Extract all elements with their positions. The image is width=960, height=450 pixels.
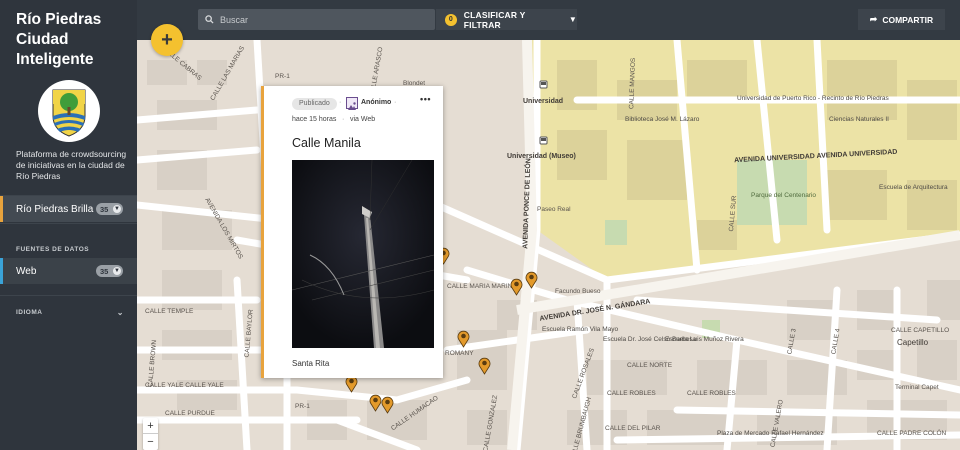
- more-options-icon[interactable]: •••: [420, 94, 431, 104]
- language-heading: IDIOMA: [16, 309, 43, 316]
- avatar: [346, 97, 358, 110]
- map-label: ROMANY: [445, 350, 474, 357]
- status-badge: Publicado: [292, 98, 337, 110]
- map-label: CALLE TEMPLE: [145, 308, 194, 315]
- map-label: Ciencias Naturales II: [829, 116, 889, 123]
- separator-dot: ·: [339, 99, 342, 106]
- map-pin-icon[interactable]: [457, 330, 470, 348]
- count-value: 35: [100, 266, 109, 276]
- map-label: CALLE YALE CALLE YALE: [145, 382, 224, 389]
- map-label: PR-1: [295, 403, 310, 410]
- sidebar-item-label: Río Piedras Brilla: [16, 203, 94, 215]
- map-pin-icon[interactable]: [525, 271, 538, 289]
- map-label: CALLE CAPETILLO: [891, 327, 950, 334]
- map-label: Biblioteca José M. Lázaro: [625, 116, 700, 123]
- add-report-button[interactable]: +: [151, 24, 183, 56]
- count-value: 35: [100, 204, 109, 214]
- separator-dot: ·: [342, 116, 345, 123]
- zoom-out-button[interactable]: −: [143, 434, 158, 450]
- map-label: CALLE ROBLES: [607, 390, 656, 397]
- zoom-controls: + −: [143, 418, 158, 450]
- filter-label: CLASIFICAR Y FILTRAR: [463, 9, 526, 30]
- map-label: Universidad (Museo): [507, 153, 576, 160]
- map-label: Universidad de Puerto Rico - Recinto de …: [737, 95, 889, 102]
- map-label: Paseo Real: [537, 206, 571, 213]
- sidebar-item-rio-piedras-brilla[interactable]: Río Piedras Brilla 35 ▼: [0, 196, 137, 222]
- share-button[interactable]: ➦ COMPARTIR: [858, 9, 945, 30]
- sidebar-item-label: Web: [16, 265, 37, 277]
- filter-count-badge: 0: [445, 13, 457, 26]
- top-bar: 0 CLASIFICAR Y FILTRAR ▼ ➦ COMPARTIR: [137, 0, 960, 40]
- report-title[interactable]: Calle Manila: [292, 136, 361, 150]
- map-pin-icon[interactable]: [510, 278, 523, 296]
- zoom-in-button[interactable]: +: [143, 418, 158, 434]
- map-label: Facundo Bueso: [555, 288, 601, 295]
- map-label: CALLE PADRE COLÓN: [877, 430, 947, 437]
- timestamp: hace 15 horas: [292, 116, 337, 123]
- map-label: CALLE DEL PILAR: [605, 425, 661, 432]
- map-pin-icon[interactable]: [478, 357, 491, 375]
- share-icon: ➦: [869, 14, 878, 24]
- map-label: PR-1: [275, 73, 290, 80]
- train-station-icon: [539, 136, 548, 145]
- sidebar-item-web[interactable]: Web 35 ▼: [0, 258, 137, 284]
- divider: [0, 295, 137, 296]
- map-pin-icon[interactable]: [381, 396, 394, 414]
- search-input[interactable]: [220, 14, 420, 25]
- plus-icon: +: [161, 28, 173, 51]
- data-sources-heading: FUENTES DE DATOS: [16, 246, 90, 253]
- sidebar: Río Piedras Ciudad Inteligente Plataform…: [0, 0, 137, 450]
- map-label: CALLE PURDUE: [165, 410, 215, 417]
- train-station-icon: [539, 80, 548, 89]
- map-label: Escuela de Arquitectura: [879, 184, 948, 191]
- divider: [0, 223, 137, 224]
- map-label: Capetillo: [897, 338, 929, 347]
- chevron-down-icon: ▼: [113, 205, 121, 213]
- count-badge[interactable]: 35 ▼: [96, 265, 123, 277]
- app-description: Plataforma de crowdsourcing de iniciativ…: [16, 149, 127, 181]
- app-title[interactable]: Río Piedras Ciudad Inteligente: [16, 10, 131, 70]
- author-name: Anónimo: [361, 99, 392, 106]
- map-label: Escuela Dr. José Celso Barbosa: [603, 336, 697, 343]
- search-box[interactable]: [198, 9, 435, 30]
- report-card[interactable]: Publicado · Anónimo · ••• hace 15 horas …: [261, 86, 443, 378]
- map-label: Terminal Capet: [895, 384, 939, 391]
- share-label: COMPARTIR: [882, 14, 934, 25]
- map-label: Parque del Centenario: [751, 192, 817, 199]
- map-label: Escuela Ramón Vila Mayo: [542, 326, 619, 333]
- location-label: Santa Rita: [292, 359, 330, 368]
- map-label: CALLE NORTE: [627, 362, 673, 369]
- logo: [38, 80, 100, 142]
- language-selector[interactable]: IDIOMA ⌄: [16, 308, 124, 317]
- map-label: CALLE MARIA MARIN: [447, 283, 513, 290]
- chevron-down-icon: ▼: [568, 15, 577, 24]
- chevron-down-icon: ⌄: [116, 308, 124, 317]
- map-label: Escuela Luis Muñoz Rivera: [665, 336, 744, 343]
- map-label: CALLE ROBLES: [687, 390, 736, 397]
- separator-dot: ·: [394, 99, 397, 106]
- chevron-down-icon: ▼: [113, 267, 121, 275]
- count-badge[interactable]: 35 ▼: [96, 203, 123, 215]
- search-icon: [198, 15, 220, 24]
- source-label: via Web: [350, 116, 376, 123]
- map-label: Universidad: [523, 98, 564, 105]
- report-photo[interactable]: [292, 160, 434, 348]
- sort-filter-button[interactable]: 0 CLASIFICAR Y FILTRAR ▼: [436, 9, 577, 30]
